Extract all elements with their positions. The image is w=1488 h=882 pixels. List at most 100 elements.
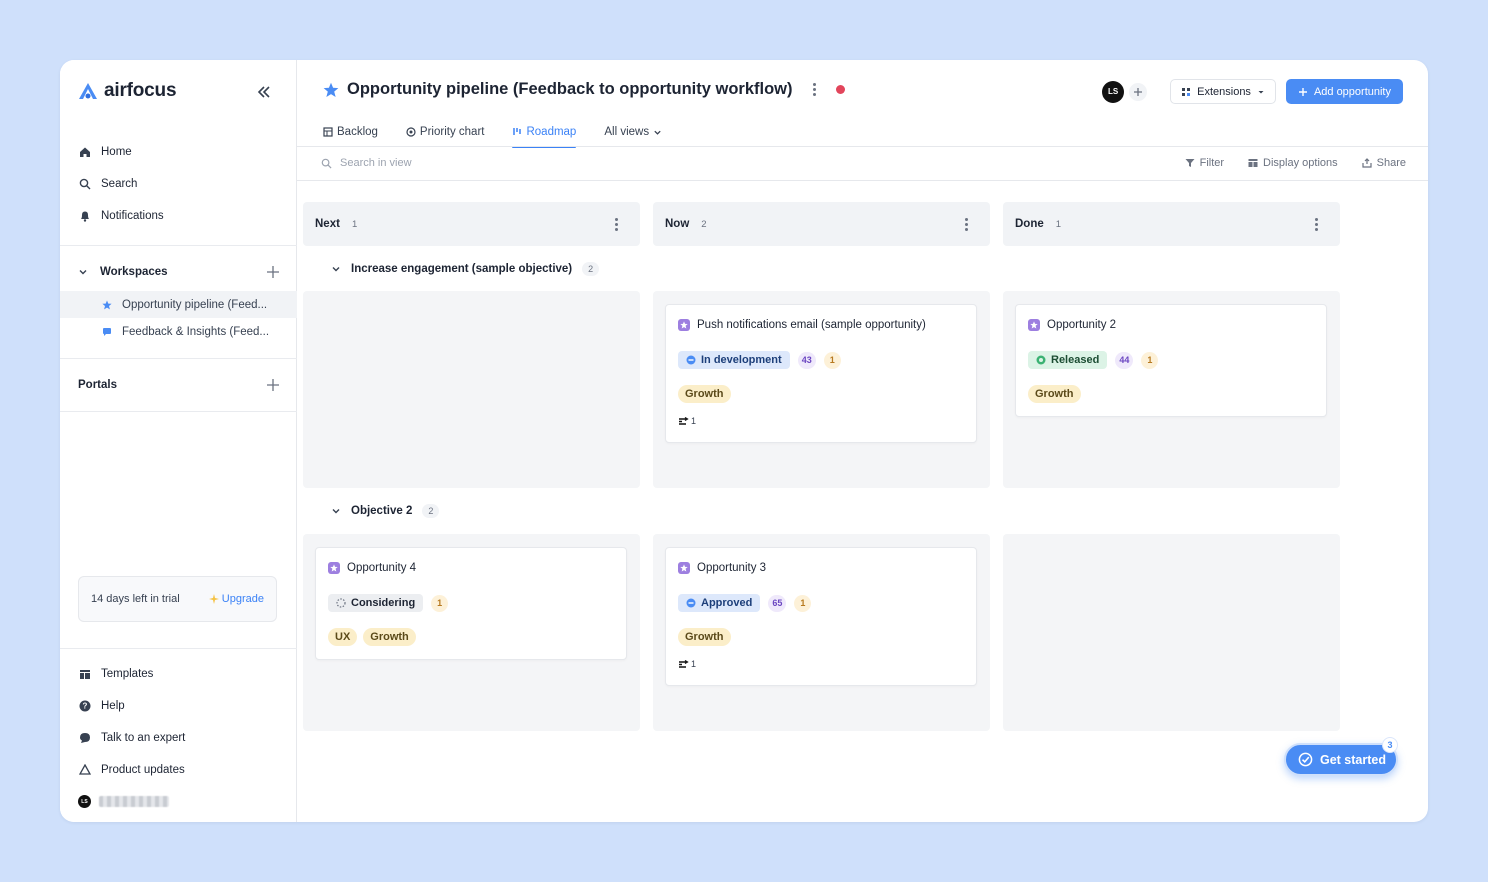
card-title: Opportunity 4: [328, 562, 416, 574]
trial-banner: 14 days left in trial Upgrade: [78, 576, 277, 622]
upgrade-link[interactable]: Upgrade: [208, 593, 264, 605]
home-icon: [78, 146, 91, 159]
record-indicator[interactable]: [835, 85, 845, 94]
nav-help[interactable]: ? Help: [78, 696, 125, 716]
add-portal-icon[interactable]: [266, 378, 280, 392]
column-header-now[interactable]: Now 2: [653, 202, 990, 246]
get-started-label: Get started: [1320, 752, 1386, 767]
product-updates-icon: [78, 764, 91, 777]
column-name: Next: [315, 218, 340, 230]
tag[interactable]: Growth: [363, 628, 416, 646]
collapse-sidebar-button[interactable]: [254, 82, 274, 102]
svg-text:?: ?: [82, 702, 87, 711]
extensions-button[interactable]: Extensions: [1170, 79, 1276, 104]
tab-all-views[interactable]: All views: [604, 122, 662, 142]
status-badge[interactable]: Released: [1028, 351, 1108, 369]
status-badge[interactable]: Considering: [328, 594, 424, 612]
opportunity-icon: [678, 319, 690, 331]
user-profile[interactable]: LS: [78, 795, 169, 808]
column-header-done[interactable]: Done 1: [1003, 202, 1340, 246]
tag[interactable]: Growth: [678, 628, 731, 646]
status-label: Considering: [351, 597, 416, 609]
nav-notifications[interactable]: Notifications: [78, 206, 164, 226]
nav-product-updates[interactable]: Product updates: [78, 760, 185, 780]
tab-priority-chart[interactable]: Priority chart: [406, 122, 485, 142]
tab-roadmap[interactable]: Roadmap: [512, 122, 577, 148]
group-header-increase-engagement[interactable]: Increase engagement (sample objective) 2: [331, 262, 600, 276]
more-options-icon[interactable]: [812, 83, 816, 96]
tab-label: Priority chart: [419, 126, 485, 138]
group-header-objective-2[interactable]: Objective 2 2: [331, 504, 440, 518]
card-title: Push notifications email (sample opportu…: [678, 319, 926, 331]
card-tags: UX Growth: [328, 628, 416, 646]
card-title-text: Push notifications email (sample opportu…: [697, 319, 926, 331]
workspaces-header[interactable]: Workspaces: [78, 262, 280, 282]
in-development-icon: [686, 355, 696, 365]
column-header-next[interactable]: Next 1: [303, 202, 640, 246]
toolbar-actions: Filter Display options Share: [1185, 157, 1406, 169]
chevron-down-icon: [654, 130, 661, 135]
nav-search[interactable]: Search: [78, 174, 137, 194]
card-meta: Approved 65 1: [678, 594, 812, 612]
display-options-label: Display options: [1263, 157, 1338, 169]
status-label: Approved: [701, 597, 753, 609]
card-title-text: Opportunity 4: [347, 562, 417, 574]
tab-backlog[interactable]: Backlog: [323, 122, 378, 142]
search-in-view[interactable]: Search in view: [321, 157, 412, 169]
opportunity-card[interactable]: Push notifications email (sample opportu…: [665, 304, 977, 443]
status-label: In development: [701, 354, 782, 366]
opportunity-icon: [1028, 319, 1040, 331]
opportunity-card[interactable]: Opportunity 3 Approved 65 1 Growth 1: [665, 547, 977, 686]
lane-next-group2: Opportunity 4 Considering 1 UX Growth: [303, 534, 640, 731]
filter-icon: [1185, 159, 1195, 167]
add-workspace-icon[interactable]: [266, 265, 280, 279]
linked-items[interactable]: 1: [678, 659, 696, 669]
status-label: Released: [1051, 354, 1100, 366]
trial-text: 14 days left in trial: [91, 593, 180, 605]
portals-header[interactable]: Portals: [78, 375, 280, 395]
extensions-label: Extensions: [1197, 85, 1251, 98]
column-menu-icon[interactable]: [965, 217, 968, 231]
share-button[interactable]: Share: [1362, 157, 1406, 169]
opportunity-card[interactable]: Opportunity 2 Released 44 1 Growth: [1015, 304, 1327, 417]
get-started-button[interactable]: Get started 3: [1284, 737, 1398, 776]
approved-icon: [686, 598, 696, 608]
main-content: Opportunity pipeline (Feedback to opport…: [297, 60, 1428, 822]
chevron-down-icon: [79, 270, 87, 275]
roadmap-icon: [513, 128, 522, 135]
invite-user-button[interactable]: [1128, 81, 1149, 102]
filter-button[interactable]: Filter: [1185, 157, 1224, 169]
plus-icon: [1134, 87, 1143, 96]
nav-talk-to-expert[interactable]: Talk to an expert: [78, 728, 185, 748]
add-opportunity-button[interactable]: Add opportunity: [1285, 79, 1403, 104]
tag[interactable]: Growth: [1028, 385, 1081, 403]
chevron-down-icon: [332, 509, 340, 514]
airfocus-logo[interactable]: airfocus: [78, 80, 177, 102]
card-title-text: Opportunity 3: [697, 562, 767, 574]
display-options-button[interactable]: Display options: [1248, 157, 1338, 169]
workspace-item-opportunity-pipeline[interactable]: Opportunity pipeline (Feed...: [60, 291, 297, 318]
opportunity-card[interactable]: Opportunity 4 Considering 1 UX Growth: [315, 547, 627, 660]
status-badge[interactable]: In development: [678, 351, 790, 369]
status-badge[interactable]: Approved: [678, 594, 761, 612]
considering-icon: [336, 598, 346, 608]
score-badge: 65: [768, 594, 787, 612]
column-menu-icon[interactable]: [615, 217, 618, 231]
nav-home[interactable]: Home: [78, 142, 132, 162]
star-icon: [323, 82, 339, 97]
airfocus-logo-icon: [79, 83, 97, 99]
column-name: Done: [1015, 218, 1044, 230]
sidebar: airfocus Home Search Notifications Works…: [60, 60, 297, 822]
share-label: Share: [1376, 157, 1406, 169]
lane-done-group1: Opportunity 2 Released 44 1 Growth: [1003, 291, 1340, 488]
linked-items[interactable]: 1: [678, 416, 696, 426]
avatar[interactable]: LS: [1102, 80, 1125, 103]
column-menu-icon[interactable]: [1315, 217, 1318, 231]
tag[interactable]: Growth: [678, 385, 731, 403]
templates-icon: [78, 668, 91, 681]
nav-templates[interactable]: Templates: [78, 664, 153, 684]
tab-label: Roadmap: [526, 126, 577, 138]
tag[interactable]: UX: [328, 628, 358, 646]
workspace-item-feedback-insights[interactable]: Feedback & Insights (Feed...: [60, 318, 297, 345]
display-options-icon: [1248, 159, 1258, 167]
